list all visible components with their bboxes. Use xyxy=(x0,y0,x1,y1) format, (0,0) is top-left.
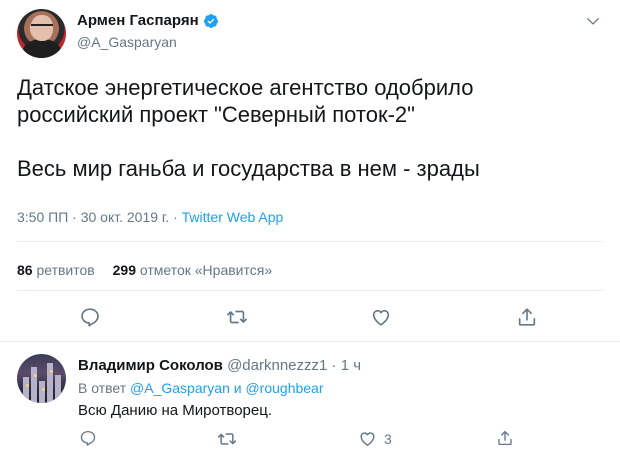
in-reply-to-mention-2[interactable]: @roughbear xyxy=(245,380,323,396)
reply-time[interactable]: 1 ч xyxy=(341,357,361,374)
reply-likes-count[interactable]: 3 xyxy=(384,431,392,447)
reply-header: Владимир Соколов @darknnezzz1 · 1 ч xyxy=(78,357,361,374)
reply-separator: · xyxy=(331,357,337,374)
like-icon[interactable] xyxy=(370,306,392,328)
author-block[interactable]: Армен Гаспарян @A_Gasparyan xyxy=(77,12,219,50)
share-icon[interactable] xyxy=(516,306,538,328)
in-reply-to-mention-1[interactable]: @A_Gasparyan xyxy=(130,380,230,396)
retweets-count: 86 xyxy=(17,262,33,278)
retweet-icon[interactable] xyxy=(226,306,248,328)
in-reply-prefix: В ответ xyxy=(78,380,131,396)
tweet-actions xyxy=(0,306,620,334)
divider xyxy=(17,241,603,242)
reply-actions: 3 xyxy=(0,429,620,453)
retweet-icon[interactable] xyxy=(217,429,237,449)
reply-author-handle[interactable]: @darknnezzz1 xyxy=(227,357,327,374)
retweets-label: ретвитов xyxy=(36,262,95,278)
verified-badge-icon xyxy=(203,13,218,28)
author-name-text[interactable]: Армен Гаспарян xyxy=(77,12,199,29)
reply-icon[interactable] xyxy=(79,306,101,328)
author-name[interactable]: Армен Гаспарян xyxy=(77,12,219,29)
tweet-text: Датское энергетическое агентство одобрил… xyxy=(17,75,480,181)
in-reply-and: и xyxy=(229,380,246,396)
tweet-meta: 3:50 ПП · 30 окт. 2019 г. · Twitter Web … xyxy=(17,209,283,225)
tweet-source-link[interactable]: Twitter Web App xyxy=(182,209,284,225)
author-handle[interactable]: @A_Gasparyan xyxy=(77,34,219,50)
likes-count: 299 xyxy=(112,262,136,278)
likes-label: отметок «Нравится» xyxy=(139,262,273,278)
likes-stat[interactable]: 299 отметок «Нравится» xyxy=(113,262,273,278)
reply-author-name[interactable]: Владимир Соколов xyxy=(78,357,223,374)
chevron-down-icon[interactable] xyxy=(586,14,600,28)
reply-author-avatar[interactable] xyxy=(17,354,66,403)
tweet-timestamp[interactable]: 3:50 ПП · 30 окт. 2019 г. · xyxy=(17,209,182,225)
tweet-stats: 86 ретвитов 299 отметок «Нравится» xyxy=(17,262,272,278)
retweets-stat[interactable]: 86 ретвитов xyxy=(17,262,95,278)
divider xyxy=(17,290,603,291)
reply-icon[interactable] xyxy=(79,429,97,447)
like-icon[interactable] xyxy=(358,429,377,448)
main-tweet: Армен Гаспарян @A_Gasparyan Датское энер… xyxy=(0,0,620,341)
in-reply-to: В ответ @A_Gasparyan и @roughbear xyxy=(78,380,324,396)
reply-tweet[interactable]: Владимир Соколов @darknnezzz1 · 1 ч В от… xyxy=(0,341,620,459)
share-icon[interactable] xyxy=(496,429,514,447)
author-avatar[interactable] xyxy=(17,9,66,58)
reply-text: Всю Данию на Миротворец. xyxy=(78,402,272,419)
